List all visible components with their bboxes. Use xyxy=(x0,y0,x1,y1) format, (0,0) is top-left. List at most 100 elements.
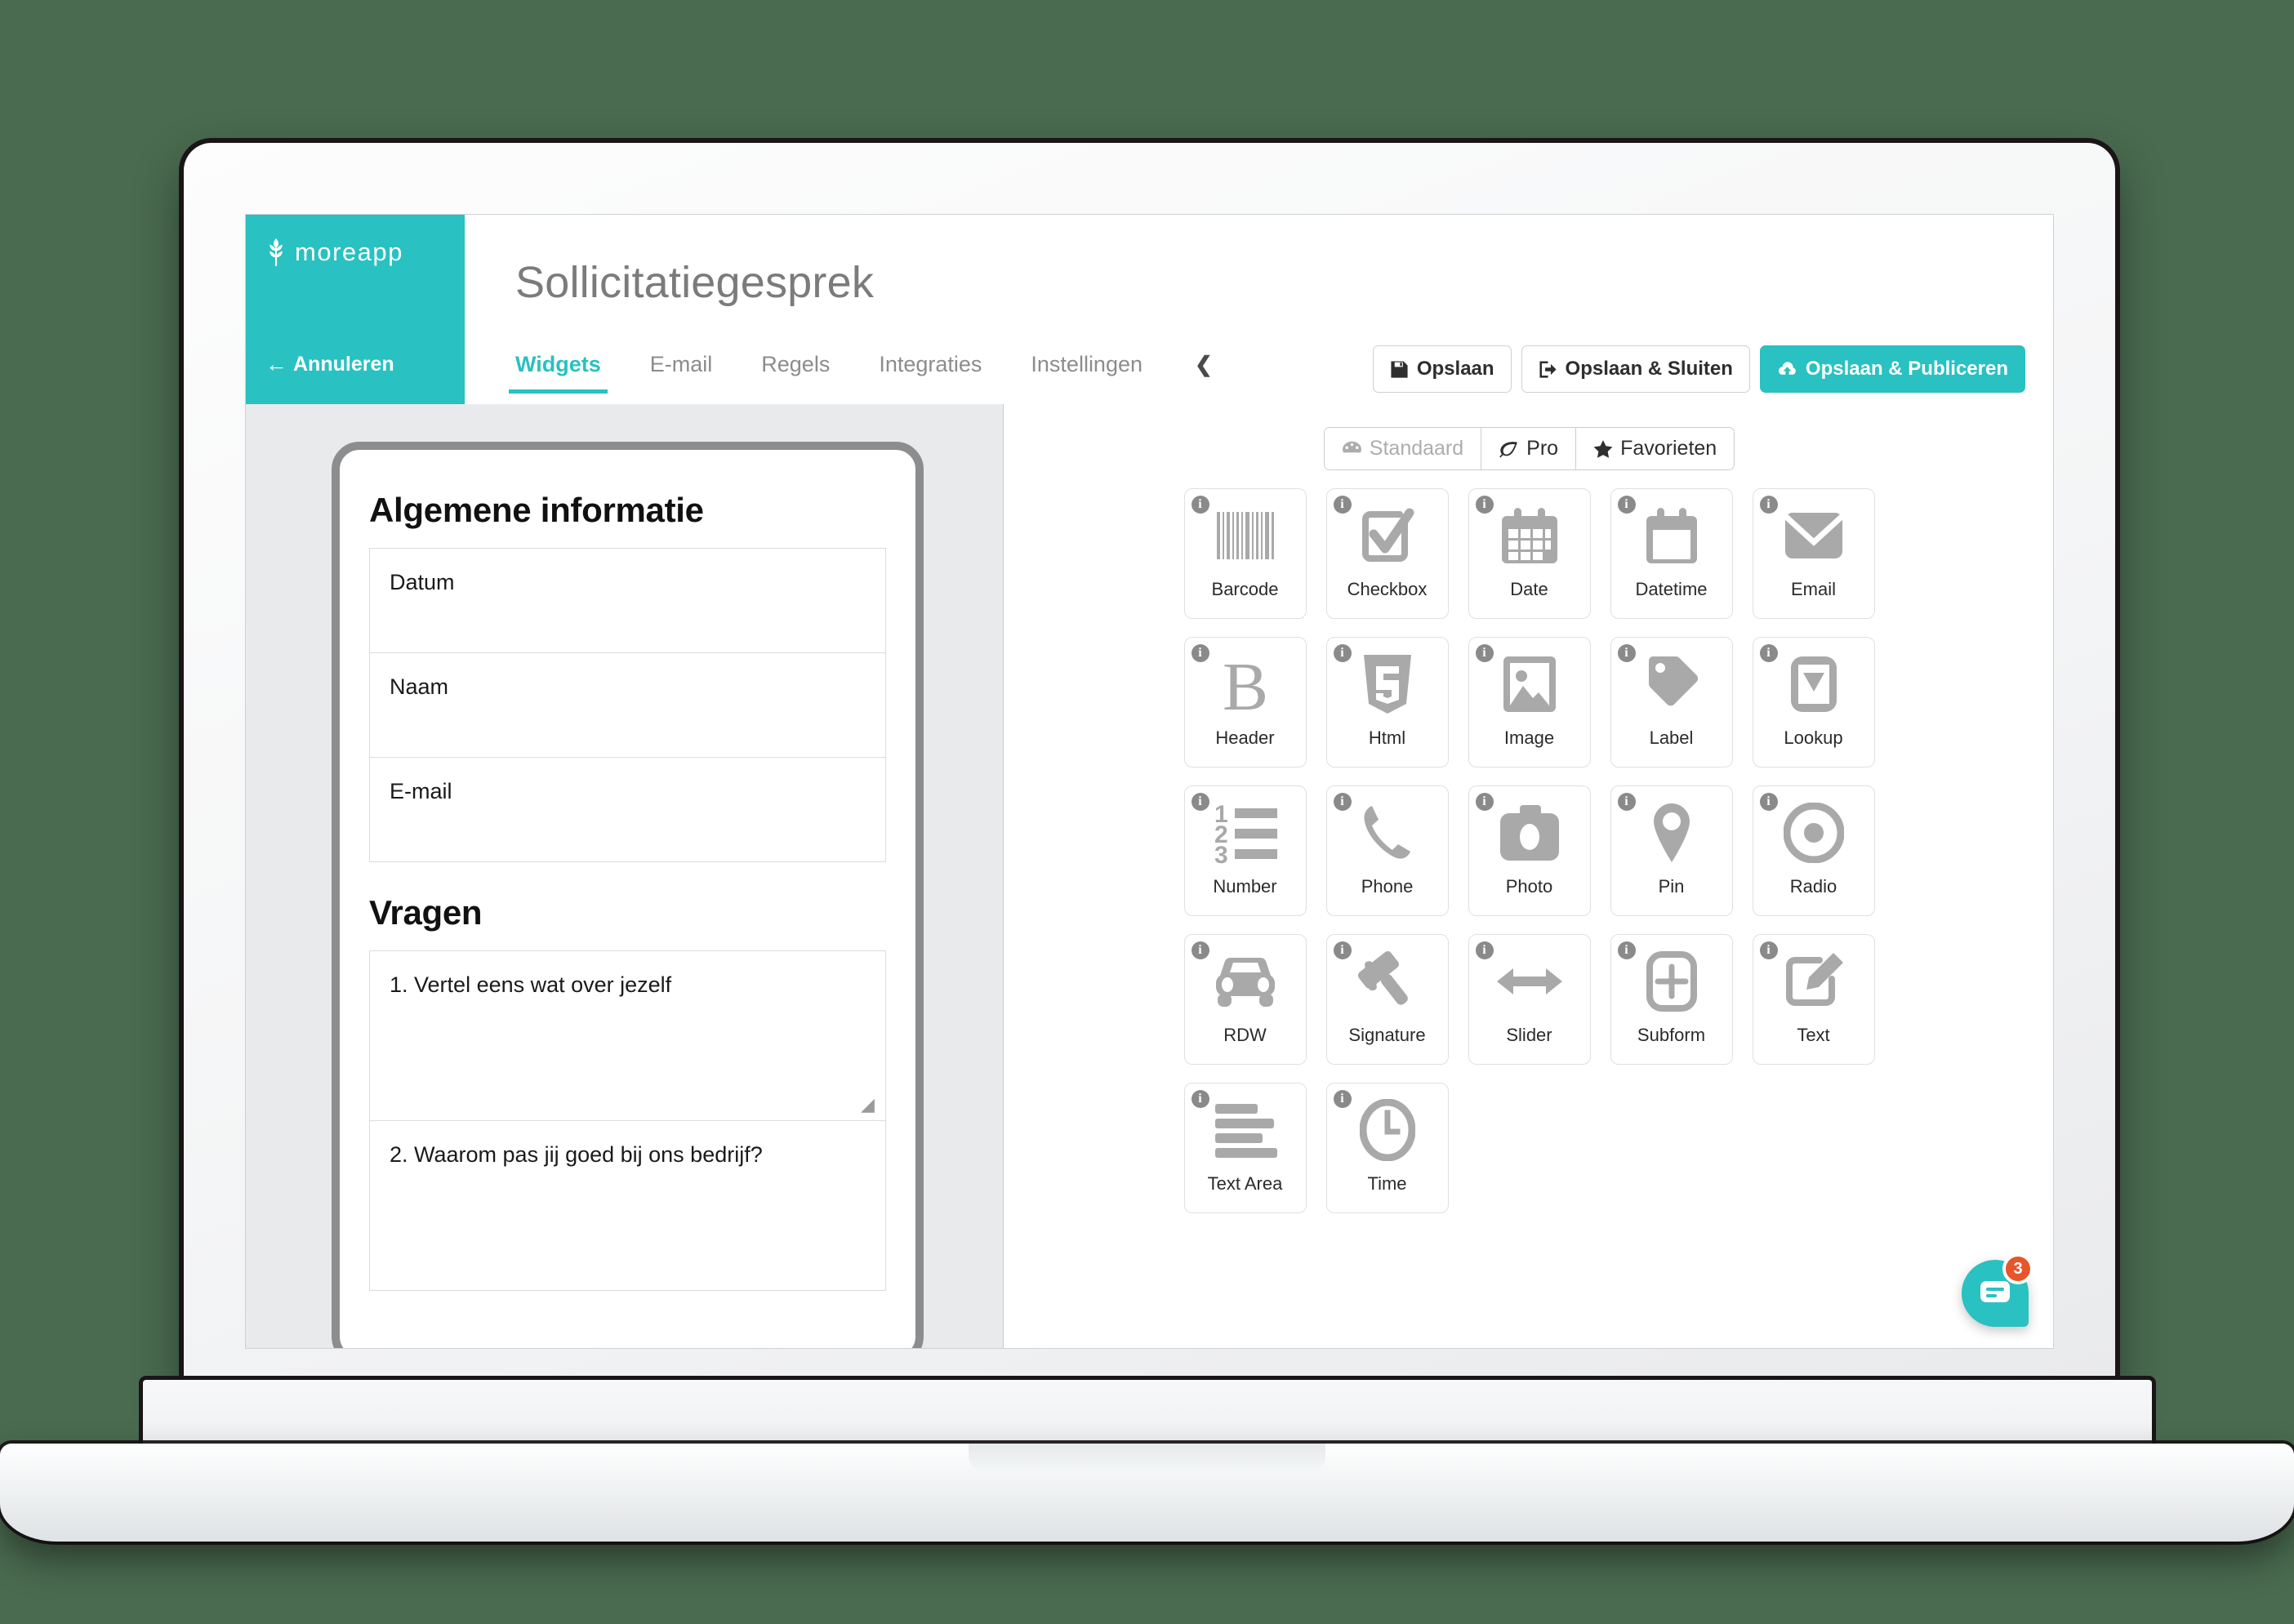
info-icon[interactable]: i xyxy=(1475,644,1494,662)
info-icon[interactable]: i xyxy=(1191,941,1209,959)
widget-card-checkbox[interactable]: i Checkbox xyxy=(1325,488,1449,619)
info-icon[interactable]: i xyxy=(1333,496,1352,514)
widget-label: Html xyxy=(1368,727,1406,748)
widget-card-radio[interactable]: i Radio xyxy=(1752,785,1875,916)
envelope-icon xyxy=(1783,492,1844,579)
info-icon[interactable]: i xyxy=(1759,941,1778,959)
chat-launcher-button[interactable]: 3 xyxy=(1962,1253,2033,1327)
info-icon[interactable]: i xyxy=(1759,793,1778,811)
widget-card-date[interactable]: i Date xyxy=(1468,488,1591,619)
save-and-publish-button[interactable]: Opslaan & Publiceren xyxy=(1759,345,2025,393)
category-pro[interactable]: Pro xyxy=(1481,428,1577,469)
tab-regels[interactable]: Regels xyxy=(737,349,854,394)
info-icon[interactable]: i xyxy=(1333,941,1352,959)
info-icon[interactable]: i xyxy=(1475,496,1494,514)
info-icon[interactable]: i xyxy=(1333,793,1352,811)
page-title: Sollicitatiegesprek xyxy=(515,258,875,307)
widget-card-signature[interactable]: i Signature xyxy=(1325,934,1449,1065)
widget-grid: i Barcode i Checkbox i Date i Datetime i… xyxy=(1004,488,2053,1213)
widget-card-header[interactable]: i B Header xyxy=(1183,637,1307,768)
widget-card-subform[interactable]: i Subform xyxy=(1610,934,1733,1065)
widget-card-time[interactable]: i Time xyxy=(1325,1083,1449,1213)
info-icon[interactable]: i xyxy=(1191,496,1209,514)
phone-icon xyxy=(1359,790,1416,876)
widget-card-lookup[interactable]: i Lookup xyxy=(1752,637,1875,768)
category-standaard[interactable]: Standaard xyxy=(1324,428,1482,469)
widget-card-html[interactable]: i Html xyxy=(1325,637,1449,768)
info-icon[interactable]: i xyxy=(1475,793,1494,811)
field-group-question-2: 2. Waarom pas jij goed bij ons bedrijf? xyxy=(369,1121,886,1291)
widget-card-slider[interactable]: i Slider xyxy=(1468,934,1591,1065)
widget-card-image[interactable]: i Image xyxy=(1468,637,1591,768)
widget-label: Subform xyxy=(1637,1025,1706,1045)
widget-label: RDW xyxy=(1223,1025,1267,1045)
info-icon[interactable]: i xyxy=(1333,644,1352,662)
info-icon[interactable]: i xyxy=(1333,1090,1352,1108)
info-icon[interactable]: i xyxy=(1617,793,1636,811)
tab-instellingen[interactable]: Instellingen xyxy=(1006,349,1167,394)
widget-label: Header xyxy=(1215,727,1275,748)
dropdown-icon xyxy=(1788,641,1839,727)
brand-name: moreapp xyxy=(295,238,403,266)
floppy-disk-icon xyxy=(1391,360,1408,378)
widget-card-pin[interactable]: i Pin xyxy=(1610,785,1733,916)
map-pin-icon xyxy=(1650,790,1693,876)
tab-widgets[interactable]: Widgets xyxy=(491,349,626,394)
resize-handle-icon[interactable]: ◢ xyxy=(861,1096,877,1114)
widget-card-email[interactable]: i Email xyxy=(1752,488,1875,619)
widget-card-phone[interactable]: i Phone xyxy=(1325,785,1449,916)
car-icon xyxy=(1213,938,1278,1025)
save-and-close-label: Opslaan & Sluiten xyxy=(1565,358,1733,380)
widget-card-datetime[interactable]: i Datetime xyxy=(1610,488,1733,619)
widget-label: Lookup xyxy=(1784,727,1843,748)
arrow-left-icon: ← xyxy=(265,352,287,376)
nav-tabs: Widgets E-mail Regels Integraties Instel… xyxy=(491,349,1236,404)
field-question-1[interactable]: 1. Vertel eens wat over jezelf ◢ xyxy=(370,951,885,1120)
brand-logo: moreapp xyxy=(246,215,465,267)
category-favorieten[interactable]: Favorieten xyxy=(1576,428,1735,469)
field-datum[interactable]: Datum xyxy=(370,549,885,652)
widget-card-label[interactable]: i Label xyxy=(1610,637,1733,768)
field-naam[interactable]: Naam xyxy=(370,653,885,757)
widget-label: Radio xyxy=(1789,876,1837,897)
cloud-upload-icon xyxy=(1778,361,1796,375)
info-icon[interactable]: i xyxy=(1617,941,1636,959)
info-icon[interactable]: i xyxy=(1191,1090,1209,1108)
segmented-control: Standaard Pro Favorieten xyxy=(1323,427,1735,470)
field-group-question-1: 1. Vertel eens wat over jezelf ◢ xyxy=(369,950,886,1121)
field-email[interactable]: E-mail xyxy=(370,758,885,861)
field-group-email: E-mail xyxy=(369,758,886,862)
widget-card-photo[interactable]: i Photo xyxy=(1468,785,1591,916)
widget-card-number[interactable]: i 1 2 3 Number xyxy=(1183,785,1307,916)
leaf-icon xyxy=(1499,441,1518,457)
info-icon[interactable]: i xyxy=(1191,644,1209,662)
widget-label: Label xyxy=(1649,727,1694,748)
widget-card-rdw[interactable]: i RDW xyxy=(1183,934,1307,1065)
info-icon[interactable]: i xyxy=(1617,644,1636,662)
info-icon[interactable]: i xyxy=(1759,496,1778,514)
info-icon[interactable]: i xyxy=(1475,941,1494,959)
cancel-button[interactable]: ← Annuleren xyxy=(246,353,465,404)
chevron-left-icon[interactable]: ❮ xyxy=(1167,349,1236,394)
info-icon[interactable]: i xyxy=(1617,496,1636,514)
info-icon[interactable]: i xyxy=(1759,644,1778,662)
app-body: Algemene informatie Datum Naam E-mail Vr… xyxy=(246,404,2053,1348)
widget-card-barcode[interactable]: i Barcode xyxy=(1183,488,1307,619)
field-label: 2. Waarom pas jij goed bij ons bedrijf? xyxy=(390,1142,763,1167)
gavel-icon xyxy=(1357,938,1418,1025)
widget-card-text[interactable]: i Text xyxy=(1752,934,1875,1065)
widget-label: Slider xyxy=(1506,1025,1552,1045)
save-and-close-button[interactable]: Opslaan & Sluiten xyxy=(1521,345,1750,393)
widget-card-text-area[interactable]: i Text Area xyxy=(1183,1083,1307,1213)
tab-email[interactable]: E-mail xyxy=(626,349,737,394)
app-screen: moreapp ← Annuleren Sollicitatiegesprek … xyxy=(245,214,2054,1349)
html5-icon xyxy=(1362,641,1413,727)
field-question-2[interactable]: 2. Waarom pas jij goed bij ons bedrijf? xyxy=(370,1121,885,1290)
widget-label: Phone xyxy=(1361,876,1414,897)
save-button[interactable]: Opslaan xyxy=(1372,345,1512,393)
save-and-publish-label: Opslaan & Publiceren xyxy=(1805,358,2008,380)
widget-label: Text Area xyxy=(1207,1173,1283,1194)
tab-integraties[interactable]: Integraties xyxy=(854,349,1006,394)
wheat-icon xyxy=(269,238,283,266)
info-icon[interactable]: i xyxy=(1191,793,1209,811)
